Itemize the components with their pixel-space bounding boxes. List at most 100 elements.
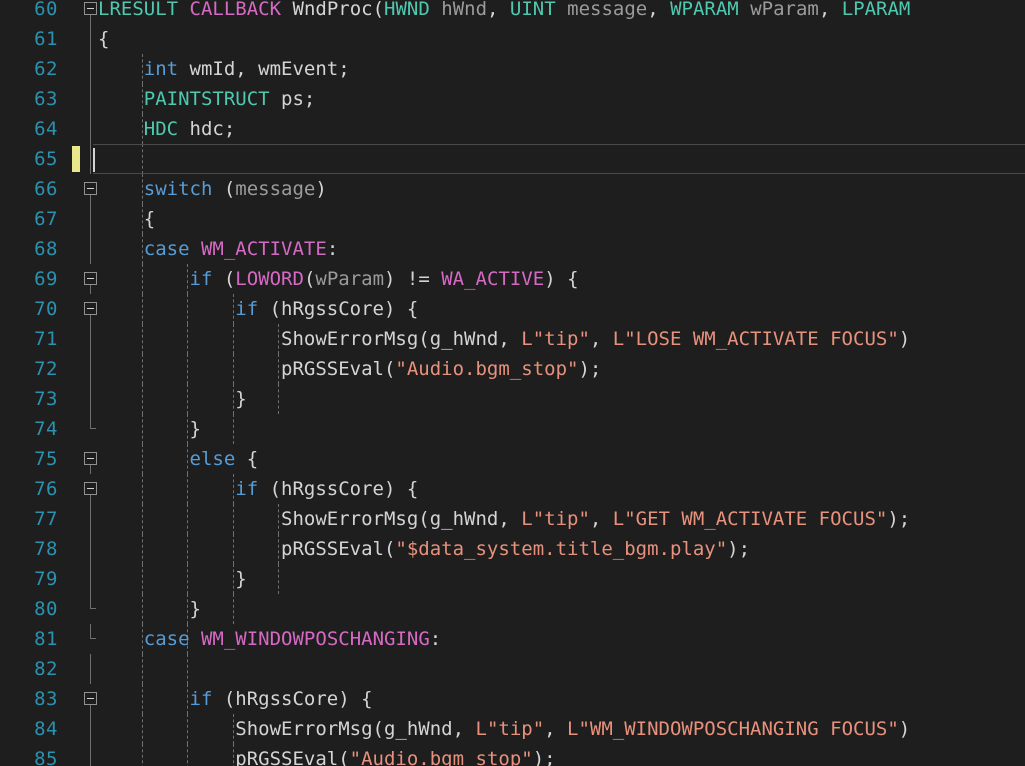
token-punct: ( (303, 268, 316, 290)
code-line[interactable]: 69 if (LOWORD(wParam) != WA_ACTIVE) { (0, 264, 1025, 294)
fold-guide-line (90, 495, 91, 504)
code-text[interactable]: } (98, 564, 247, 594)
fold-column[interactable] (82, 594, 98, 624)
code-text[interactable]: case WM_WINDOWPOSCHANGING: (98, 624, 441, 654)
code-line[interactable]: 84 ShowErrorMsg(g_hWnd, L"tip", L"WM_WIN… (0, 714, 1025, 744)
token-punct: } (189, 598, 201, 620)
fold-collapse-icon[interactable] (84, 2, 97, 15)
fold-column[interactable] (82, 714, 98, 744)
code-line[interactable]: 70 if (hRgssCore) { (0, 294, 1025, 324)
fold-column[interactable] (82, 564, 98, 594)
fold-column[interactable] (82, 384, 98, 414)
fold-collapse-icon[interactable] (84, 482, 97, 495)
code-text[interactable]: { (98, 24, 109, 54)
fold-column[interactable] (82, 264, 98, 294)
code-line[interactable]: 74 } (0, 414, 1025, 444)
code-line[interactable]: 64 HDC hdc; (0, 114, 1025, 144)
code-text[interactable]: switch (message) (98, 174, 327, 204)
code-text[interactable]: } (98, 384, 246, 414)
token-macro: CALLBACK (189, 0, 282, 20)
code-text[interactable]: pRGSSEval("Audio.bgm_stop"); (98, 744, 555, 766)
fold-column[interactable] (82, 414, 98, 444)
code-line[interactable]: 75 else { (0, 444, 1025, 474)
line-number: 72 (34, 358, 58, 380)
code-text[interactable]: } (98, 594, 201, 624)
fold-column[interactable] (82, 654, 98, 684)
fold-column[interactable] (82, 204, 98, 234)
fold-column[interactable] (82, 354, 98, 384)
code-text[interactable]: ShowErrorMsg(g_hWnd, L"tip", L"LOSE WM_A… (98, 324, 910, 354)
code-line[interactable]: 60 LRESULT CALLBACK WndProc(HWND hWnd, UI… (0, 0, 1025, 24)
token-plain: , (589, 508, 613, 530)
fold-column[interactable] (82, 744, 98, 766)
code-text[interactable]: pRGSSEval("$data_system.title_bgm.play")… (98, 534, 750, 564)
code-text[interactable]: if (LOWORD(wParam) != WA_ACTIVE) { (98, 264, 579, 294)
code-line[interactable]: 78 pRGSSEval("$data_system.title_bgm.pla… (0, 534, 1025, 564)
fold-column[interactable] (82, 84, 98, 114)
fold-column[interactable] (82, 0, 98, 24)
code-line[interactable]: 79 } (0, 564, 1025, 594)
fold-column[interactable] (82, 174, 98, 204)
code-line[interactable]: 62 int wmId, wmEvent; (0, 54, 1025, 84)
code-text[interactable]: if (hRgssCore) { (98, 294, 418, 324)
code-text[interactable]: { (98, 204, 155, 234)
code-text[interactable]: } (98, 414, 201, 444)
fold-guide-line (90, 285, 91, 294)
code-text[interactable]: int wmId, wmEvent; (98, 54, 350, 84)
token-punct: : (429, 628, 442, 650)
fold-column[interactable] (82, 324, 98, 354)
fold-collapse-icon[interactable] (84, 272, 97, 285)
fold-column[interactable] (82, 24, 98, 54)
code-line[interactable]: 67 { (0, 204, 1025, 234)
code-text[interactable]: PAINTSTRUCT ps; (98, 84, 316, 114)
code-text[interactable]: else { (98, 444, 259, 474)
code-text[interactable]: HDC hdc; (98, 114, 236, 144)
code-text[interactable]: if (hRgssCore) { (98, 474, 418, 504)
fold-column[interactable] (82, 444, 98, 474)
code-line[interactable]: 61 { (0, 24, 1025, 54)
fold-column[interactable] (82, 114, 98, 144)
token-type: UINT (509, 0, 556, 20)
token-type: LRESULT (98, 0, 179, 20)
line-number: 78 (34, 538, 58, 560)
fold-collapse-icon[interactable] (84, 692, 97, 705)
code-text[interactable]: pRGSSEval("Audio.bgm_stop"); (98, 354, 601, 384)
code-text[interactable]: LRESULT CALLBACK WndProc(HWND hWnd, UINT… (98, 0, 910, 24)
fold-collapse-icon[interactable] (84, 182, 97, 195)
code-line[interactable]: 73 } (0, 384, 1025, 414)
fold-column[interactable] (82, 144, 98, 174)
code-text[interactable]: ShowErrorMsg(g_hWnd, L"tip", L"GET WM_AC… (98, 504, 910, 534)
token-punct: } (235, 568, 247, 590)
code-text[interactable]: ShowErrorMsg(g_hWnd, L"tip", L"WM_WINDOW… (98, 714, 910, 744)
code-line[interactable]: 63 PAINTSTRUCT ps; (0, 84, 1025, 114)
code-line[interactable]: 80 } (0, 594, 1025, 624)
code-line[interactable]: 82 (0, 654, 1025, 684)
code-line[interactable]: 81 case WM_WINDOWPOSCHANGING: (0, 624, 1025, 654)
fold-column[interactable] (82, 54, 98, 84)
fold-column[interactable] (82, 534, 98, 564)
code-line[interactable]: 83 if (hRgssCore) { (0, 684, 1025, 714)
fold-column[interactable] (82, 474, 98, 504)
code-line[interactable]: 77 ShowErrorMsg(g_hWnd, L"tip", L"GET WM… (0, 504, 1025, 534)
code-line[interactable]: 71 ShowErrorMsg(g_hWnd, L"tip", L"LOSE W… (0, 324, 1025, 354)
fold-column[interactable] (82, 294, 98, 324)
token-plain: ); (578, 358, 602, 380)
fold-column[interactable] (82, 234, 98, 264)
code-line[interactable]: 65 (0, 144, 1025, 174)
code-line[interactable]: 85 pRGSSEval("Audio.bgm_stop"); (0, 744, 1025, 766)
code-line[interactable]: 76 if (hRgssCore) { (0, 474, 1025, 504)
fold-collapse-icon[interactable] (84, 302, 97, 315)
fold-column[interactable] (82, 624, 98, 654)
fold-guide-line (90, 654, 91, 684)
code-line[interactable]: 66 switch (message) (0, 174, 1025, 204)
code-text[interactable]: case WM_ACTIVATE: (98, 234, 339, 264)
token-punct: ( (372, 0, 385, 20)
token-plain: (hRgssCore) { (258, 478, 419, 500)
fold-column[interactable] (82, 684, 98, 714)
code-editor-surface[interactable]: 60 LRESULT CALLBACK WndProc(HWND hWnd, UI… (0, 0, 1025, 766)
code-line[interactable]: 68 case WM_ACTIVATE: (0, 234, 1025, 264)
code-text[interactable]: if (hRgssCore) { (98, 684, 373, 714)
fold-collapse-icon[interactable] (84, 452, 97, 465)
fold-column[interactable] (82, 504, 98, 534)
code-line[interactable]: 72 pRGSSEval("Audio.bgm_stop"); (0, 354, 1025, 384)
